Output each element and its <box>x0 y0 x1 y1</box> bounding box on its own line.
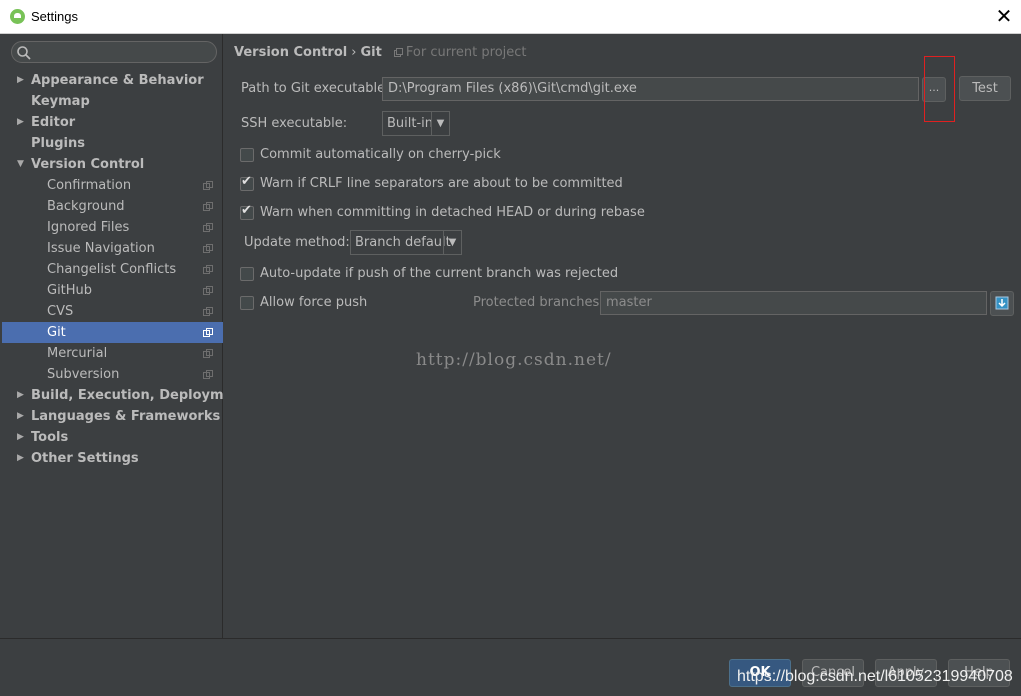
sidebar-item-label: Build, Execution, Deployment <box>31 388 248 403</box>
dialog-footer: OK Cancel Apply Help <box>0 638 1021 696</box>
project-level-icon <box>203 181 213 190</box>
git-path-label: Path to Git executable: <box>241 81 390 96</box>
sidebar-item-label: Background <box>47 199 125 214</box>
sidebar-item-build-execution-deployment[interactable]: ▶ Build, Execution, Deployment <box>2 385 248 406</box>
close-icon[interactable]: ✕ <box>993 5 1015 27</box>
expand-right-icon[interactable]: ▶ <box>17 112 24 133</box>
auto-update-checkbox[interactable] <box>240 267 254 281</box>
sidebar-item-label: Git <box>47 325 66 340</box>
sidebar-item-cvs[interactable]: CVS <box>2 301 223 322</box>
update-method-value: Branch default <box>355 235 451 250</box>
update-method-select[interactable]: Branch default ▼ <box>350 230 462 255</box>
sidebar-item-issue-navigation[interactable]: Issue Navigation <box>2 238 223 259</box>
git-path-field[interactable]: D:\Program Files (x86)\Git\cmd\git.exe <box>382 77 919 101</box>
annotation-highlight <box>924 56 955 122</box>
expand-right-icon[interactable]: ▶ <box>17 70 24 91</box>
sidebar-item-github[interactable]: GitHub <box>2 280 223 301</box>
sidebar-item-changelist-conflicts[interactable]: Changelist Conflicts <box>2 259 223 280</box>
search-icon <box>17 46 31 60</box>
expand-right-icon[interactable]: ▶ <box>17 427 24 448</box>
breadcrumb-parent: Version Control <box>234 45 348 60</box>
sidebar-item-label: Mercurial <box>47 346 108 361</box>
project-scope-text: For current project <box>405 45 527 60</box>
sidebar-item-mercurial[interactable]: Mercurial <box>2 343 223 364</box>
sidebar-item-label: Issue Navigation <box>47 241 155 256</box>
ssh-label: SSH executable: <box>241 116 348 131</box>
sidebar-item-label: Other Settings <box>31 451 139 466</box>
android-studio-icon <box>10 9 25 24</box>
title-bar: Settings ✕ <box>0 0 1021 34</box>
warn-crlf-checkbox[interactable] <box>240 174 254 191</box>
protected-branches-label: Protected branches: <box>473 295 604 310</box>
sidebar-item-label: Editor <box>31 115 76 130</box>
expand-icon <box>995 296 1009 310</box>
project-level-icon <box>203 370 213 379</box>
force-push-checkbox[interactable] <box>240 296 254 310</box>
settings-sidebar: ▶ Appearance & Behavior Keymap ▶ Editor Plugi… <box>2 34 248 638</box>
sidebar-item-label: Version Control <box>31 157 145 172</box>
sidebar-item-label: Plugins <box>31 136 85 151</box>
sidebar-item-confirmation[interactable]: Confirmation <box>2 175 223 196</box>
expand-right-icon[interactable]: ▶ <box>17 448 24 469</box>
sidebar-item-keymap[interactable]: Keymap <box>2 91 223 112</box>
expand-right-icon[interactable]: ▶ <box>17 406 24 427</box>
sidebar-item-label: Appearance & Behavior <box>31 73 204 88</box>
project-scope-icon <box>393 48 403 57</box>
project-level-icon <box>203 223 213 232</box>
ssh-executable-value: Built-in <box>387 116 434 131</box>
expand-down-icon[interactable]: ▼ <box>17 154 24 175</box>
project-level-icon <box>203 244 213 253</box>
warn-crlf-label: Warn if CRLF line separators are about t… <box>260 176 623 191</box>
settings-window: Settings ✕ ▶ Appearance & Behavior Keymap ▶… <box>0 0 1021 696</box>
warn-detached-head-label: Warn when committing in detached HEAD or… <box>260 205 645 220</box>
sidebar-item-git[interactable]: Git <box>2 322 223 343</box>
sidebar-item-tools[interactable]: ▶ Tools <box>2 427 223 448</box>
search-input[interactable] <box>11 41 217 63</box>
sidebar-item-subversion[interactable]: Subversion <box>2 364 223 385</box>
url-watermark: https://blog.csdn.net/l61052319940708 <box>737 668 1013 685</box>
sidebar-item-version-control[interactable]: ▼ Version Control <box>2 154 223 175</box>
sidebar-item-plugins[interactable]: Plugins <box>2 133 223 154</box>
sidebar-item-label: Keymap <box>31 94 90 109</box>
auto-update-label: Auto-update if push of the current branc… <box>260 266 619 281</box>
project-level-icon <box>203 328 213 337</box>
project-level-icon <box>203 307 213 316</box>
sidebar-item-label: CVS <box>47 304 74 319</box>
sidebar-item-other-settings[interactable]: ▶ Other Settings <box>2 448 223 469</box>
dropdown-arrow-icon: ▼ <box>431 112 449 135</box>
sidebar-item-label: Ignored Files <box>47 220 130 235</box>
project-level-icon <box>203 286 213 295</box>
ssh-executable-select[interactable]: Built-in ▼ <box>382 111 450 136</box>
project-level-icon <box>203 349 213 358</box>
sidebar-item-label: Changelist Conflicts <box>47 262 177 277</box>
sidebar-item-languages-frameworks[interactable]: ▶ Languages & Frameworks <box>2 406 223 427</box>
breadcrumb-separator: › <box>351 45 357 60</box>
update-method-label: Update method: <box>244 235 350 250</box>
commit-cherry-pick-label: Commit automatically on cherry-pick <box>260 147 501 162</box>
window-title: Settings <box>31 9 78 24</box>
expand-field-button[interactable] <box>990 291 1014 316</box>
project-scope-label: For current project <box>393 45 527 60</box>
protected-branches-field[interactable]: master <box>600 291 987 315</box>
breadcrumb-current: Git <box>360 45 382 60</box>
sidebar-item-label: Tools <box>31 430 69 445</box>
sidebar-item-label: Languages & Frameworks <box>31 409 221 424</box>
sidebar-item-label: GitHub <box>47 283 93 298</box>
commit-cherry-pick-checkbox[interactable] <box>240 148 254 162</box>
test-button[interactable]: Test <box>959 76 1011 101</box>
sidebar-item-label: Confirmation <box>47 178 132 193</box>
expand-right-icon[interactable]: ▶ <box>17 385 24 406</box>
project-level-icon <box>203 265 213 274</box>
force-push-label: Allow force push <box>260 295 368 310</box>
sidebar-item-editor[interactable]: ▶ Editor <box>2 112 223 133</box>
dropdown-arrow-icon: ▼ <box>443 231 461 254</box>
sidebar-item-label: Subversion <box>47 367 120 382</box>
sidebar-item-background[interactable]: Background <box>2 196 223 217</box>
sidebar-item-appearance-behavior[interactable]: ▶ Appearance & Behavior <box>2 70 223 91</box>
project-level-icon <box>203 202 213 211</box>
warn-detached-head-checkbox[interactable] <box>240 203 254 220</box>
breadcrumb: Version Control › Git For current project <box>234 45 527 60</box>
blog-watermark: http://blog.csdn.net/ <box>416 350 612 370</box>
sidebar-item-ignored-files[interactable]: Ignored Files <box>2 217 223 238</box>
